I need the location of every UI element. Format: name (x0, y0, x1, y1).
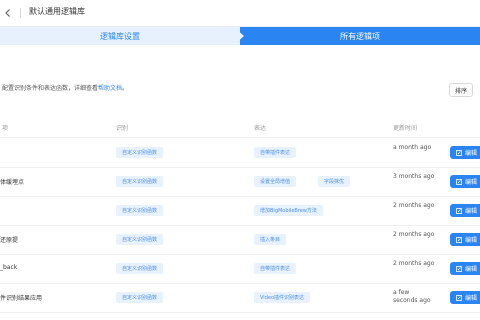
edit-icon (456, 207, 462, 214)
recognition-tag: 自定义识别函数 (116, 176, 164, 187)
sort-button[interactable]: 排序 (449, 83, 473, 97)
table-row: _back 自定义识别函数 自带插件表达 2 months ago 编辑 (0, 254, 480, 284)
expression-tag: 字段抹优 (318, 176, 351, 187)
chevron-left-icon[interactable] (3, 8, 13, 18)
edit-icon (456, 178, 462, 185)
column-header-item: 项 (2, 125, 9, 132)
edit-button[interactable]: 编辑 (450, 262, 480, 275)
updated-time: a few seconds ago (393, 289, 431, 304)
edit-button[interactable]: 编辑 (450, 233, 480, 246)
edit-label: 编辑 (465, 208, 478, 215)
step-arrow-icon (234, 27, 244, 45)
updated-time: a month ago (393, 144, 432, 151)
top-bar: 默认通用逻辑库 (0, 0, 480, 27)
expression-tag: 自带插件表达 (254, 263, 297, 274)
updated-time: 3 months ago (393, 173, 435, 180)
table-row: 自定义识别函数 增加BigMobileBrew方法 2 months ago 编… (0, 196, 480, 226)
intro-description: 配置识别条件和表达函数，详细查看 (2, 85, 99, 92)
column-header-expression: 表达 (254, 125, 267, 132)
step-all-logic-items[interactable]: 所有逻辑项 (240, 27, 480, 45)
edit-icon (456, 265, 462, 272)
item-name: 件识别结果应用 (0, 295, 43, 302)
expression-tag: Video插件识别表达 (254, 292, 311, 303)
table-row: 体缓埋点 自定义识别函数 设置全局增值 字段抹优 3 months ago 编辑 (0, 167, 480, 197)
table-header: 项 识别 表达 更新时间 (0, 117, 480, 138)
column-header-recognition: 识别 (116, 125, 129, 132)
edit-label: 编辑 (465, 295, 478, 302)
recognition-tag: 自定义识别函数 (116, 147, 164, 158)
help-doc-link[interactable]: 帮助文档 (98, 85, 122, 92)
table-row: 还原提 自定义识别函数 插入条目 2 months ago 编辑 (0, 225, 480, 255)
intro-text: 配置识别条件和表达函数，详细查看帮助文档。 (2, 83, 128, 92)
edit-icon (456, 236, 462, 243)
table-row: 自定义识别函数 自带插件表达 a month ago 编辑 (0, 138, 480, 168)
item-name: 还原提 (0, 237, 19, 244)
divider (20, 8, 21, 18)
item-name: 体缓埋点 (0, 179, 25, 186)
edit-button[interactable]: 编辑 (450, 175, 480, 188)
step-library-settings[interactable]: 逻辑库设置 (0, 27, 240, 45)
table-row: 件识别结果应用 自定义识别函数 Video插件识别表达 a few second… (0, 283, 480, 313)
edit-label: 编辑 (465, 237, 478, 244)
page-title: 默认通用逻辑库 (29, 7, 85, 16)
edit-button[interactable]: 编辑 (450, 204, 480, 217)
recognition-tag: 自定义识别函数 (116, 292, 164, 303)
expression-tag: 设置全局增值 (254, 176, 297, 187)
expression-tag: 插入条目 (254, 234, 287, 245)
item-name: _back (0, 264, 18, 271)
recognition-tag: 自定义识别函数 (116, 205, 164, 216)
recognition-tag: 自定义识别函数 (116, 234, 164, 245)
edit-label: 编辑 (465, 179, 478, 186)
edit-button[interactable]: 编辑 (450, 291, 480, 304)
updated-time: 2 months ago (393, 260, 435, 267)
expression-tag: 自带插件表达 (254, 147, 297, 158)
column-header-updated: 更新时间 (393, 125, 418, 132)
intro-suffix: 。 (122, 85, 129, 92)
edit-icon (456, 294, 462, 301)
edit-label: 编辑 (465, 266, 478, 273)
updated-time: 2 months ago (393, 202, 435, 209)
expression-tag: 增加BigMobileBrew方法 (254, 205, 323, 216)
edit-button[interactable]: 编辑 (450, 146, 480, 159)
edit-label: 编辑 (465, 150, 478, 157)
recognition-tag: 自定义识别函数 (116, 263, 164, 274)
edit-icon (456, 149, 462, 156)
updated-time: 2 months ago (393, 231, 435, 238)
